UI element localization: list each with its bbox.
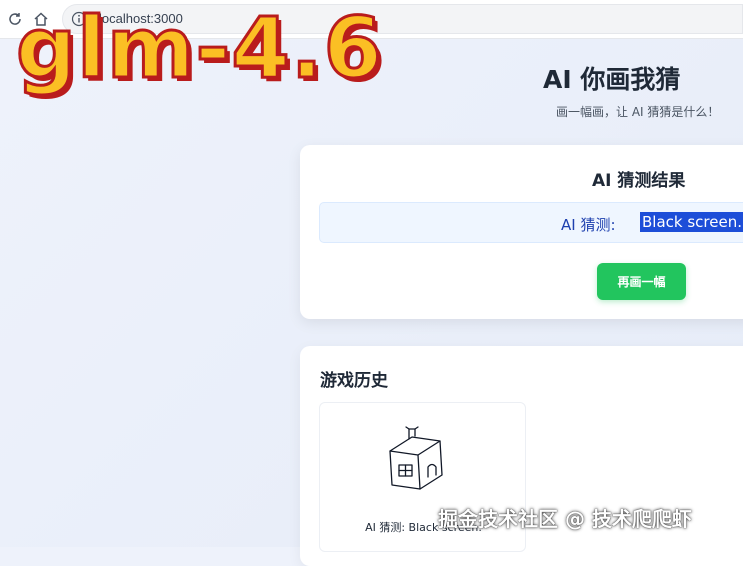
page-subtitle: 画一幅画，让 AI 猜猜是什么！: [556, 105, 720, 119]
history-card: 游戏历史 AI 猜测: Black screen.: [300, 346, 743, 566]
guess-box: AI 猜测: Black screen.: [319, 202, 743, 243]
house-drawing: [389, 426, 443, 490]
result-title: AI 猜测结果: [592, 171, 686, 191]
guess-prefix: AI 猜测:: [561, 216, 616, 234]
model-label-watermark: glm-4.6: [14, 0, 384, 97]
history-title: 游戏历史: [320, 371, 388, 391]
site-watermark: 掘金技术社区 @ 技术爬爬虾: [438, 507, 692, 531]
draw-again-button[interactable]: 再画一幅: [597, 263, 686, 300]
page-title: AI 你画我猜: [543, 65, 681, 94]
guess-value[interactable]: Black screen.: [640, 212, 743, 232]
result-card: AI 猜测结果 AI 猜测: Black screen. 再画一幅: [300, 145, 743, 319]
